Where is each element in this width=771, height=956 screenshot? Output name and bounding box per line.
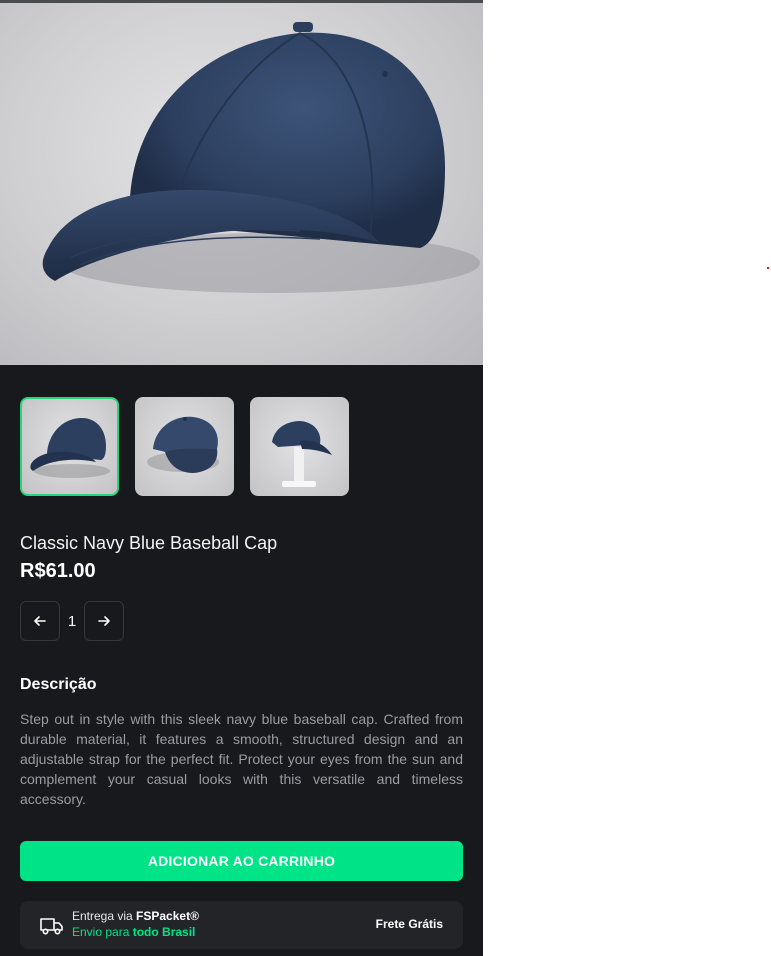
shipping-carrier-line: Entrega via FSPacket®	[72, 909, 199, 924]
description-heading: Descrição	[20, 676, 97, 693]
decrease-quantity-button[interactable]	[20, 601, 60, 641]
arrow-left-icon	[34, 616, 46, 626]
shipping-info: Entrega via FSPacket® Envio para todo Br…	[20, 901, 463, 949]
cap-image	[42, 22, 480, 293]
thumbnail-image	[272, 421, 332, 487]
product-price: R$61.00	[20, 560, 96, 582]
description-text: Step out in style with this sleek navy b…	[20, 711, 463, 807]
free-shipping-label: Frete Grátis	[375, 917, 443, 931]
thumbnail-cap-on-stand[interactable]	[250, 397, 349, 496]
thumbnail-image	[30, 417, 110, 478]
shipping-prefix: Entrega via	[72, 909, 137, 923]
shipping-region-line: Envio para todo Brasil	[72, 925, 195, 940]
shipping-carrier: FSPacket®	[136, 909, 199, 923]
quantity-stepper: 1	[20, 601, 124, 641]
shipping-region: todo Brasil	[132, 925, 196, 939]
stray-dot	[767, 267, 769, 269]
arrow-right-icon	[98, 616, 110, 626]
product-panel: Classic Navy Blue Baseball Cap R$61.00 1…	[0, 0, 483, 956]
add-to-cart-button[interactable]: ADICIONAR AO CARRINHO	[20, 841, 463, 881]
shipping-region-prefix: Envio para	[72, 925, 133, 939]
thumbnail-gallery	[20, 397, 349, 496]
product-main-image	[0, 3, 483, 365]
quantity-value: 1	[67, 612, 77, 630]
product-title: Classic Navy Blue Baseball Cap	[20, 533, 278, 553]
increase-quantity-button[interactable]	[84, 601, 124, 641]
thumbnail-cap-side-view[interactable]	[20, 397, 119, 496]
thumbnail-cap-three-quarter-view[interactable]	[135, 397, 234, 496]
truck-icon	[40, 918, 63, 935]
thumbnail-image	[147, 416, 219, 473]
